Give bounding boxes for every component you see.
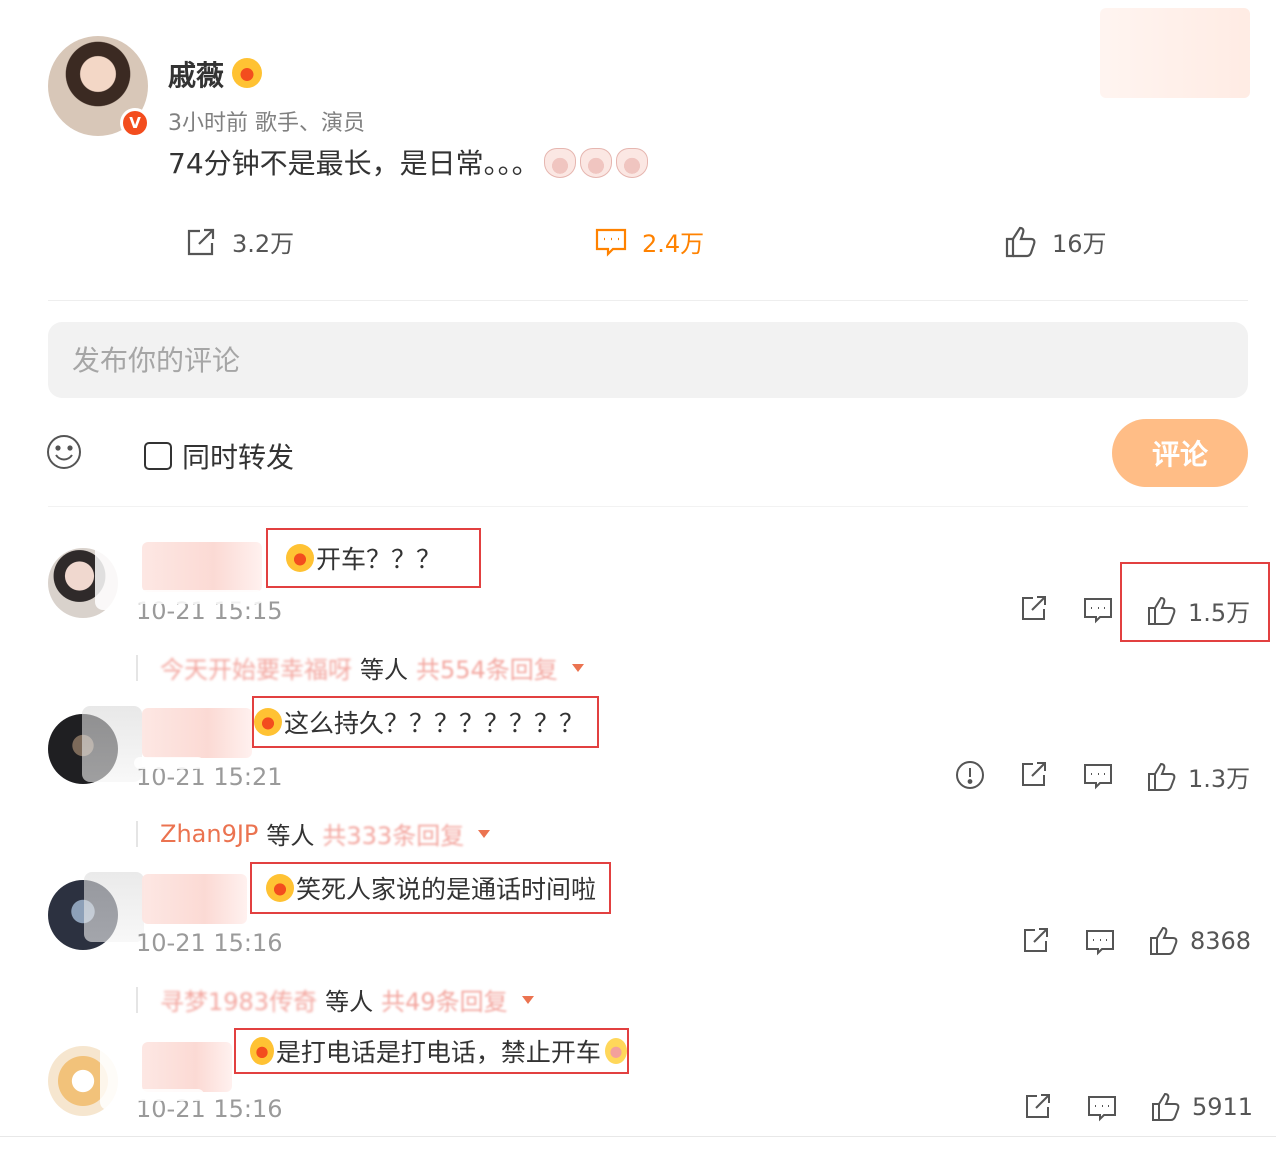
emoji-icon bbox=[543, 148, 576, 178]
comment-like-button[interactable]: 8368 bbox=[1148, 925, 1251, 957]
blurred-username bbox=[142, 874, 247, 924]
reply-summary[interactable]: 寻梦1983传奇 等人 共49条回复 bbox=[136, 982, 534, 1017]
like-icon bbox=[1152, 1092, 1180, 1121]
blurred-region bbox=[134, 1089, 204, 1101]
comment-text-box: 笑死人家说的是通话时间啦 bbox=[250, 862, 611, 914]
post-meta: 3小时前 歌手、演员 bbox=[168, 111, 365, 136]
comment-time: 10-21 15:16 bbox=[136, 929, 283, 957]
blurred-username bbox=[142, 708, 252, 758]
comment-like-count: 1.5万 bbox=[1188, 599, 1251, 627]
reply-user[interactable]: Zhan9JP bbox=[160, 820, 258, 848]
author-name[interactable]: 戚薇 bbox=[168, 54, 224, 94]
weibo-post-page: V 戚薇 3小时前 歌手、演员 74分钟不是最长，是日常。。。 3.2万 2.4… bbox=[0, 0, 1276, 1158]
divider bbox=[136, 654, 138, 681]
comment-icon bbox=[595, 228, 627, 257]
comment-text: 笑死人家说的是通话时间啦 bbox=[296, 875, 597, 904]
divider bbox=[136, 820, 138, 847]
reply-summary[interactable]: Zhan9JP 等人 共333条回复 bbox=[136, 816, 491, 851]
comment-like-count: 1.3万 bbox=[1188, 765, 1251, 793]
emoji-icon bbox=[615, 148, 648, 178]
blurred-region bbox=[84, 872, 144, 942]
post-text-row: 74分钟不是最长，是日常。。。 bbox=[168, 142, 648, 182]
reply-count[interactable]: 共554条回复 bbox=[416, 650, 558, 685]
comment-icon[interactable] bbox=[1082, 760, 1114, 792]
comment-text-box: 是打电话是打电话，禁止开车 bbox=[234, 1028, 629, 1074]
reply-summary[interactable]: 今天开始要幸福呀 等人 共554条回复 bbox=[136, 650, 584, 685]
comment-text: 是打电话是打电话，禁止开车 bbox=[275, 1038, 601, 1067]
reply-suffix: 等人 bbox=[266, 822, 315, 850]
comment-like-count: 5911 bbox=[1192, 1093, 1254, 1121]
blurred-region bbox=[1100, 8, 1250, 98]
comment-input[interactable] bbox=[48, 322, 1248, 398]
reply-suffix: 等人 bbox=[360, 656, 408, 684]
comment-text: 这么持久？？？？？？？？ bbox=[284, 709, 585, 738]
like-count: 16万 bbox=[1052, 230, 1107, 258]
repost-icon[interactable] bbox=[1020, 924, 1052, 956]
emoji-icon bbox=[579, 148, 612, 178]
comment-like-button[interactable]: 1.3万 bbox=[1146, 759, 1250, 794]
crown-icon bbox=[266, 874, 294, 902]
reply-count[interactable]: 共333条回复 bbox=[322, 816, 464, 851]
divider bbox=[0, 1136, 1276, 1137]
comment-text-box: 这么持久？？？？？？？？ bbox=[252, 696, 599, 748]
comment-icon[interactable] bbox=[1082, 594, 1114, 626]
like-button[interactable]: 16万 bbox=[1004, 224, 1107, 259]
comment-count: 2.4万 bbox=[642, 230, 705, 258]
report-icon[interactable] bbox=[954, 759, 986, 791]
crown-icon bbox=[250, 1037, 274, 1065]
like-icon bbox=[1148, 762, 1176, 791]
repost-checkbox-label: 同时转发 bbox=[182, 441, 295, 474]
comment-icon[interactable] bbox=[1086, 1092, 1118, 1124]
divider bbox=[136, 986, 138, 1013]
repost-checkbox[interactable]: 同时转发 bbox=[144, 436, 294, 476]
like-icon bbox=[1005, 226, 1036, 257]
verified-icon: V bbox=[120, 108, 150, 138]
comment-icon[interactable] bbox=[1084, 926, 1116, 958]
like-icon bbox=[1150, 926, 1178, 955]
comment-like-button[interactable]: 1.5万 bbox=[1146, 593, 1250, 628]
crown-icon bbox=[254, 708, 282, 736]
blurred-region bbox=[82, 706, 142, 782]
comment-text: 开车？？？ bbox=[316, 545, 442, 574]
repost-icon[interactable] bbox=[1022, 1090, 1054, 1122]
reply-user[interactable]: 寻梦1983传奇 bbox=[160, 982, 317, 1017]
repost-count: 3.2万 bbox=[232, 230, 295, 258]
chevron-down-icon[interactable] bbox=[521, 995, 534, 1004]
crown-icon bbox=[286, 544, 314, 572]
divider bbox=[48, 300, 1248, 301]
repost-icon[interactable] bbox=[1018, 758, 1050, 790]
crown-icon bbox=[232, 58, 262, 88]
comment-button[interactable]: 2.4万 bbox=[594, 224, 704, 259]
emoji-icon bbox=[604, 1038, 627, 1064]
blurred-username bbox=[142, 542, 262, 592]
divider bbox=[48, 506, 1248, 507]
submit-comment-button[interactable]: 评论 bbox=[1112, 419, 1248, 487]
like-icon bbox=[1148, 596, 1176, 625]
checkbox[interactable] bbox=[144, 442, 172, 470]
blurred-region bbox=[134, 757, 204, 769]
repost-icon bbox=[187, 228, 215, 255]
repost-icon[interactable] bbox=[1018, 592, 1050, 624]
reply-suffix: 等人 bbox=[325, 988, 374, 1016]
chevron-down-icon[interactable] bbox=[478, 829, 491, 838]
post-text: 74分钟不是最长，是日常。。。 bbox=[168, 147, 540, 180]
reply-user[interactable]: 今天开始要幸福呀 bbox=[160, 650, 352, 685]
blurred-region bbox=[134, 590, 264, 604]
blurred-username bbox=[142, 1042, 232, 1092]
comment-like-count: 8368 bbox=[1190, 927, 1252, 955]
repost-button[interactable]: 3.2万 bbox=[184, 224, 294, 259]
comment-text-box: 开车？？？ bbox=[266, 528, 481, 588]
comment-like-button[interactable]: 5911 bbox=[1150, 1091, 1253, 1123]
reply-count[interactable]: 共49条回复 bbox=[381, 982, 508, 1017]
chevron-down-icon[interactable] bbox=[571, 663, 584, 672]
smile-icon[interactable] bbox=[46, 434, 82, 470]
